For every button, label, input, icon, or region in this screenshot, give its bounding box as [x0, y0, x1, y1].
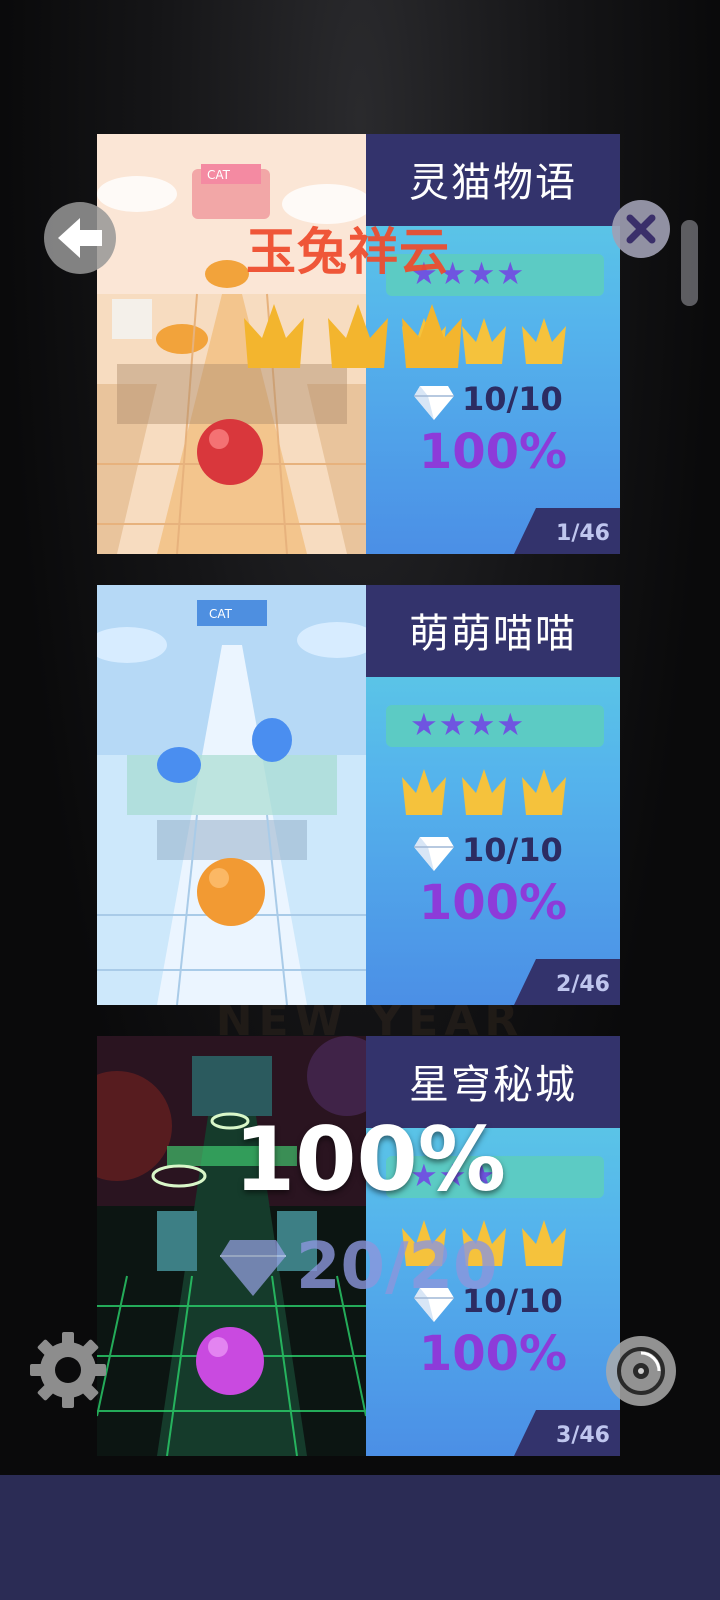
crown-icon [328, 304, 388, 368]
overlay-level-name: 玉兔祥云 [246, 223, 450, 281]
gear-icon [30, 1332, 106, 1408]
scrollbar-thumb[interactable] [681, 220, 698, 306]
level-2-diamond-icon [414, 837, 454, 871]
crown-icon [522, 1220, 566, 1266]
overlay-diamond-icon [220, 1240, 286, 1296]
svg-text:CAT: CAT [209, 607, 233, 621]
level-2-index: 2/46 [556, 972, 610, 997]
settings-button[interactable] [26, 1328, 110, 1412]
level-2-percent: 100% [418, 875, 568, 931]
level-2-stars: ★★★★ [410, 707, 526, 743]
back-arrow-icon [58, 218, 102, 258]
level-2-crowns [402, 769, 566, 815]
level-3-percent: 100% [418, 1326, 568, 1382]
music-button[interactable] [606, 1336, 676, 1406]
level-card-2[interactable]: CAT 萌萌喵喵 ★★★★ 10/10 100% 2/46 [97, 585, 620, 1005]
crown-icon [244, 304, 304, 368]
level-1-index: 1/46 [556, 521, 610, 546]
back-button[interactable] [44, 202, 116, 274]
crown-icon [462, 769, 506, 815]
close-icon [626, 214, 656, 244]
level-1-diamond-icon [414, 386, 454, 420]
overlay-complete-percent: 100% [234, 1108, 506, 1211]
level-1-percent: 100% [418, 424, 568, 480]
level-2-gem-count: 10/10 [462, 831, 563, 869]
overlay-gem-total: 20/20 [296, 1230, 498, 1304]
level-3-title: 星穹秘城 [409, 1062, 577, 1108]
crown-icon [522, 769, 566, 815]
level-2-info-panel: 萌萌喵喵 ★★★★ 10/10 100% 2/46 [366, 585, 620, 1005]
bottom-bar [0, 1475, 720, 1600]
svg-text:CAT: CAT [207, 168, 231, 182]
level-2-title: 萌萌喵喵 [409, 611, 577, 657]
overlay-crowns [244, 304, 462, 368]
level-3-index: 3/46 [556, 1423, 610, 1448]
level-1-title: 灵猫物语 [409, 160, 577, 206]
level-1-gem-count: 10/10 [462, 380, 563, 418]
close-button[interactable] [612, 200, 670, 258]
level-2-thumbnail: CAT [97, 585, 366, 1005]
crown-icon [522, 318, 566, 364]
crown-icon [402, 304, 462, 368]
crown-icon [402, 769, 446, 815]
disc-icon [617, 1347, 665, 1395]
